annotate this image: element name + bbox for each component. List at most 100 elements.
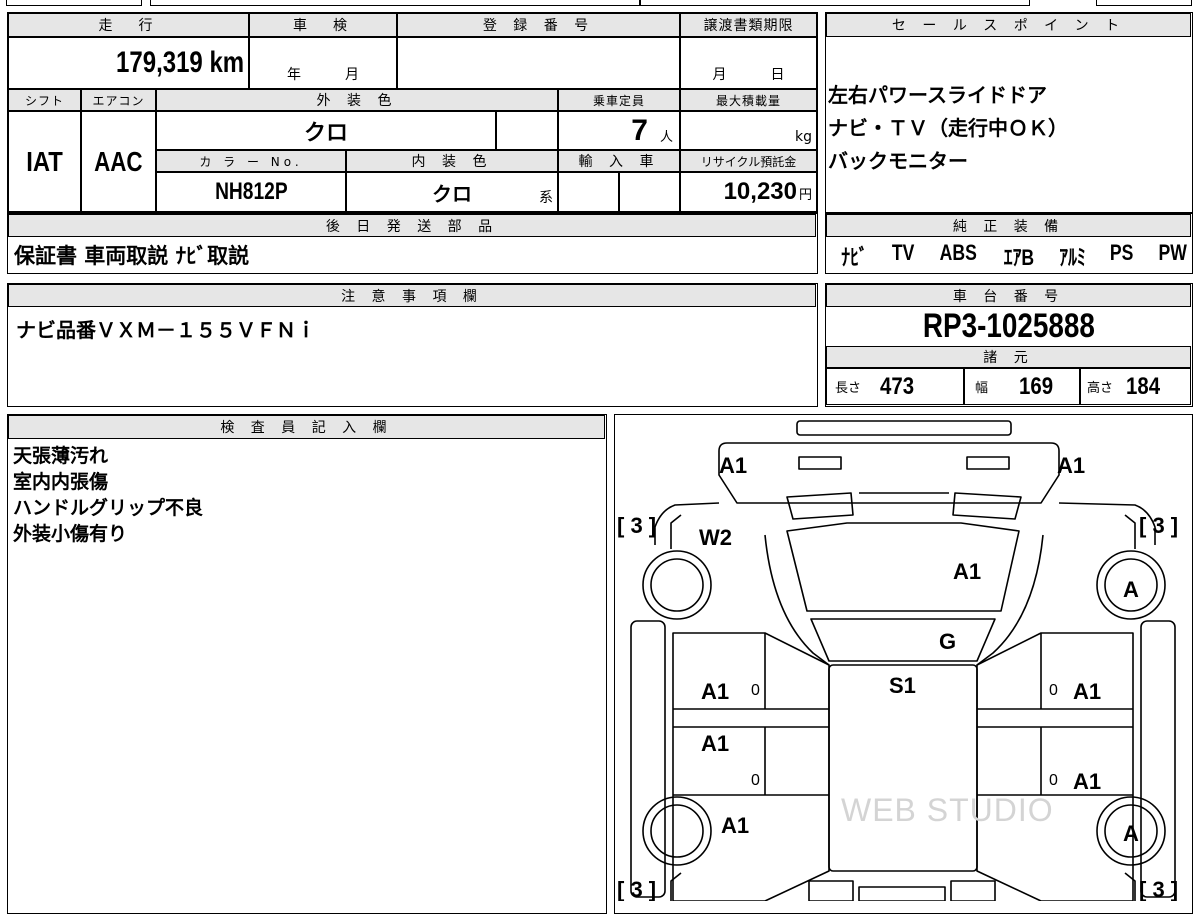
left-side-body [672,632,830,901]
genuine-equipment-panel: 純 正 装 備 ﾅﾋﾞ TV ABS ｴｱB ｱﾙﾐ PS PW [825,213,1193,274]
right-rocker [1140,620,1176,898]
transfer-deadline-header: 譲渡書類期限 [680,13,817,37]
mark-rear-door-right: A1 [1073,769,1101,794]
mark-mirror-right: A1 [1057,453,1085,478]
sales-point-line-1: 左右パワースライドドア [828,83,1047,107]
transfer-day-unit: 日 [770,67,785,83]
tire-tread-front-right: [ 3 ] [1139,513,1178,538]
watermark: WEB STUDIO [841,792,1054,828]
mileage-value-cell: 179,319 km [8,37,249,89]
mark-rear-door-left-zero: 0 [751,772,760,789]
spec-width-label: 幅 [975,381,989,396]
aircon-value: AAC [94,145,143,177]
windshield [810,618,996,662]
damage-diagram: WEB STUDIO [ 3 ] [ 3 ] [ 3 ] [ 3 ] A1 A1… [617,420,1178,901]
mark-front-door-left: A1 [701,679,729,704]
later-parts-header: 後 日 発 送 部 品 [8,214,816,237]
hood-outline [786,522,1020,612]
sales-point-line-2: ナビ・ＴＶ（走行中ＯＫ） [828,116,1068,140]
notes-value: ナビ品番ＶＸＭ－１５５ＶＦＮｉ [16,318,316,342]
max-load-unit: kg [795,129,812,145]
interior-color-value: クロ [432,183,472,206]
equipment-abs: ABS [940,240,978,265]
color-no-value: NH812P [214,178,288,205]
spec-width-cell: 幅 169 [964,368,1080,405]
equipment-airbag: ｴｱB [1003,245,1035,270]
spec-height-label: 高さ [1087,381,1114,396]
mark-rear-door-left: A1 [701,731,729,756]
recycle-header: リサイクル預託金 [680,150,817,172]
max-load-value-cell: kg [680,111,817,150]
recycle-unit: 円 [798,188,812,203]
exterior-color-header: 外 装 色 [156,89,558,111]
mark-windshield: W2 [699,525,732,550]
spec-length-value: 473 [880,372,915,400]
capacity-unit: 人 [659,130,673,145]
max-load-header: 最大積載量 [680,89,817,111]
interior-color-suffix: 系 [539,190,553,206]
equipment-ps: PS [1109,240,1134,265]
spec-length-label: 長さ [835,381,862,396]
color-no-value-cell: NH812P [156,172,346,212]
inspector-line-1: 天張薄汚れ [13,445,109,467]
fog-light-left [798,456,842,470]
headlight-left [786,492,854,520]
wheel-rear-left [642,796,712,866]
tire-tread-rear-left: [ 3 ] [617,877,656,901]
transfer-month-unit: 月 [712,67,727,83]
damage-diagram-panel: WEB STUDIO [ 3 ] [ 3 ] [ 3 ] [ 3 ] A1 A1… [614,414,1193,914]
mileage-header: 走 行 [8,13,249,37]
chassis-panel: 車 台 番 号 RP3-1025888 諸 元 長さ 473 幅 169 高さ … [825,283,1193,407]
shaken-value-cell: 年 月 [249,37,397,89]
rear-gate [858,886,946,901]
color-no-header: カ ラ ー No. [156,150,346,172]
interior-color-value-cell: クロ 系 [346,172,558,212]
chassis-value-cell: RP3-1025888 [826,307,1191,346]
aircon-header: エアコン [81,89,156,111]
capacity-header: 乗車定員 [558,89,680,111]
inspector-line-4: 外装小傷有り [13,523,128,545]
vehicle-info-table: 走 行 車 検 登 録 番 号 譲渡書類期限 179,319 km 年 月 月 … [7,12,818,213]
rear-light-right [950,880,996,901]
fog-light-right [966,456,1010,470]
mark-wheel-rear-right: A [1123,821,1139,846]
equipment-alloy: ｱﾙﾐ [1059,245,1086,270]
rear-light-left [808,880,854,901]
right-side-body [976,632,1134,901]
inspector-line-2: 室内内張傷 [13,471,109,493]
wheel-front-left [642,550,712,620]
shift-value: IAT [26,145,63,177]
capacity-value: 7 [631,113,648,147]
import-value-b [619,172,680,212]
spec-length-cell: 長さ 473 [826,368,964,405]
later-parts-value: 保証書 車両取説 ﾅﾋﾞ取説 [14,244,250,268]
mark-hood: A1 [953,559,981,584]
shift-header: シフト [8,89,81,111]
transfer-deadline-value-cell: 月 日 [680,37,817,89]
notes-panel: 注 意 事 項 欄 ナビ品番ＶＸＭ－１５５ＶＦＮｉ [7,283,818,407]
exterior-color-value: クロ [303,119,348,145]
mark-windshield-glass: G [939,629,956,654]
left-rocker [630,620,666,898]
inspector-panel: 検 査 員 記 入 欄 天張薄汚れ 室内内張傷 ハンドルグリップ不良 外装小傷有… [7,414,607,914]
equipment-tv: TV [891,240,915,265]
chassis-value: RP3-1025888 [922,307,1095,345]
capacity-value-cell: 7 人 [558,111,680,150]
mark-front-door-right: A1 [1073,679,1101,704]
genuine-equipment-header: 純 正 装 備 [826,214,1191,237]
exterior-color-value-cell: クロ [156,111,496,150]
spec-width-value: 169 [1019,372,1054,400]
inspector-line-3: ハンドルグリップ不良 [13,497,204,519]
import-value-a [558,172,619,212]
registration-header: 登 録 番 号 [397,13,680,37]
recycle-value-cell: 10,230 円 [680,172,817,212]
mileage-value: 179,319 km [115,46,244,79]
mark-wheel-front-right: A [1123,577,1139,602]
specs-header: 諸 元 [826,346,1191,368]
mark-rear-left: A1 [721,813,749,838]
notes-header: 注 意 事 項 欄 [8,284,816,307]
front-bumper [796,420,1012,436]
recycle-value: 10,230 [723,178,797,205]
inspector-header: 検 査 員 記 入 欄 [8,415,605,439]
tire-tread-front-left: [ 3 ] [617,513,656,538]
